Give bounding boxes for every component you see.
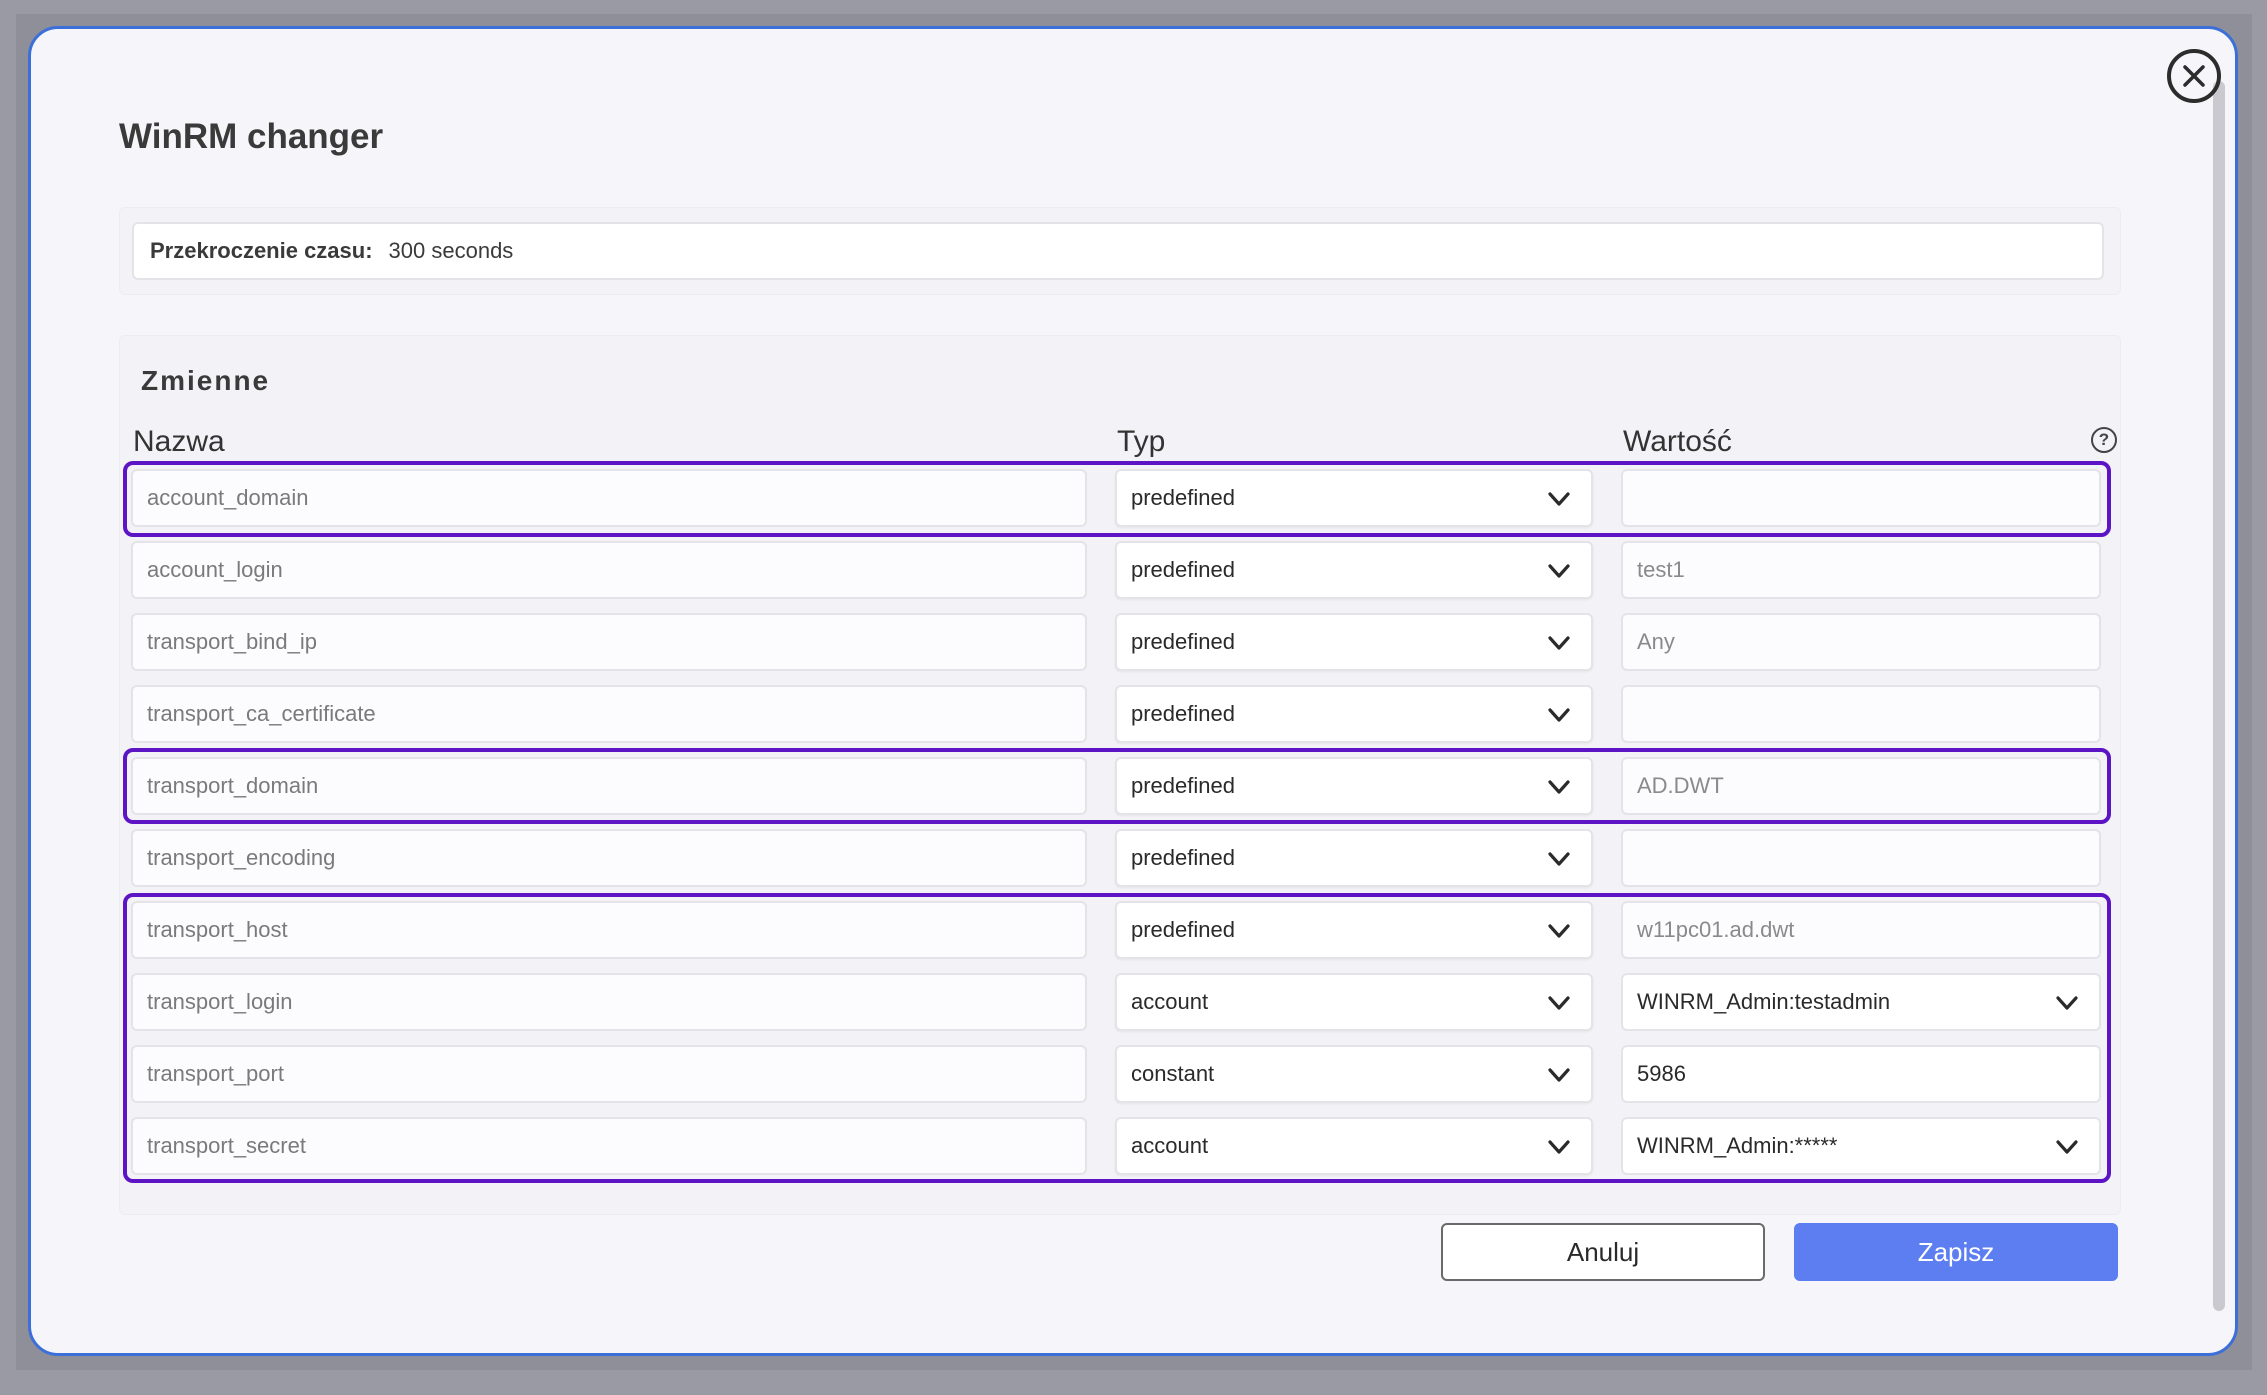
variable-value: WINRM_Admin:testadmin	[1637, 989, 1891, 1014]
column-header-name: Nazwa	[133, 425, 225, 458]
column-header-type: Typ	[1117, 425, 1166, 458]
variable-value-field[interactable]: AD.DWT	[1621, 757, 2101, 815]
variable-type-value: predefined	[1131, 629, 1235, 654]
chevron-down-icon	[1545, 845, 1573, 873]
variable-type-value: account	[1131, 1133, 1209, 1158]
table-row: transport_port constant 5986	[31, 1045, 2235, 1105]
variable-type-value: predefined	[1131, 485, 1235, 510]
chevron-down-icon	[1545, 917, 1573, 945]
table-row: transport_domain predefined AD.DWT	[31, 757, 2235, 817]
table-row: transport_host predefined w11pc01.ad.dwt	[31, 901, 2235, 961]
variable-value-field[interactable]: test1	[1621, 541, 2101, 599]
variable-type-select[interactable]: account	[1115, 973, 1593, 1031]
variable-value: w11pc01.ad.dwt	[1637, 917, 1795, 942]
chevron-down-icon	[2053, 1133, 2081, 1161]
table-row: transport_login account WINRM_Admin:testad…	[31, 973, 2235, 1033]
variable-value-field[interactable]: w11pc01.ad.dwt	[1621, 901, 2101, 959]
variable-type-value: predefined	[1131, 701, 1235, 726]
timeout-field: Przekroczenie czasu: 300 seconds	[132, 222, 2104, 280]
chevron-down-icon	[1545, 773, 1573, 801]
variable-name-field[interactable]: transport_secret	[131, 1117, 1087, 1175]
variable-value-field[interactable]: Any	[1621, 613, 2101, 671]
variable-name-field[interactable]: account_login	[131, 541, 1087, 599]
variable-name-field[interactable]: transport_encoding	[131, 829, 1087, 887]
winrm-changer-dialog: WinRM changer Przekroczenie czasu: 300 s…	[28, 26, 2238, 1356]
variable-value-field[interactable]	[1621, 469, 2101, 527]
table-row: account_login predefined test1	[31, 541, 2235, 601]
table-row: transport_ca_certificate predefined	[31, 685, 2235, 745]
cancel-button[interactable]: Anuluj	[1441, 1223, 1765, 1281]
variable-value-select[interactable]: WINRM_Admin:*****	[1621, 1117, 2101, 1175]
column-header-value: Wartość	[1623, 425, 1732, 458]
variable-type-value: predefined	[1131, 557, 1235, 582]
chevron-down-icon	[1545, 1133, 1573, 1161]
save-button[interactable]: Zapisz	[1794, 1223, 2118, 1281]
variable-name-field[interactable]: transport_login	[131, 973, 1087, 1031]
variable-name-field[interactable]: transport_domain	[131, 757, 1087, 815]
close-icon	[2183, 65, 2205, 87]
variable-type-value: predefined	[1131, 845, 1235, 870]
variable-name-field[interactable]: transport_port	[131, 1045, 1087, 1103]
variable-type-select[interactable]: predefined	[1115, 613, 1593, 671]
variable-type-value: predefined	[1131, 773, 1235, 798]
variable-name-field[interactable]: account_domain	[131, 469, 1087, 527]
variable-value: test1	[1637, 557, 1685, 582]
variable-value-field[interactable]: 5986	[1621, 1045, 2101, 1103]
variable-type-select[interactable]: predefined	[1115, 541, 1593, 599]
timeout-panel: Przekroczenie czasu: 300 seconds	[119, 207, 2121, 295]
variable-value: 5986	[1637, 1061, 1686, 1086]
variables-title: Zmienne	[141, 365, 271, 396]
variable-type-select[interactable]: account	[1115, 1117, 1593, 1175]
timeout-value: 300 seconds	[388, 238, 514, 263]
variable-type-select[interactable]: predefined	[1115, 829, 1593, 887]
variable-value-field[interactable]	[1621, 829, 2101, 887]
table-row: transport_encoding predefined	[31, 829, 2235, 889]
variable-value-select[interactable]: WINRM_Admin:testadmin	[1621, 973, 2101, 1031]
variable-type-select[interactable]: predefined	[1115, 685, 1593, 743]
help-icon[interactable]: ?	[2091, 427, 2117, 453]
variable-type-value: predefined	[1131, 917, 1235, 942]
variable-type-value: constant	[1131, 1061, 1215, 1086]
variable-type-select[interactable]: predefined	[1115, 901, 1593, 959]
chevron-down-icon	[1545, 629, 1573, 657]
table-row: transport_bind_ip predefined Any	[31, 613, 2235, 673]
chevron-down-icon	[1545, 557, 1573, 585]
variable-type-select[interactable]: predefined	[1115, 469, 1593, 527]
variable-value-field[interactable]	[1621, 685, 2101, 743]
chevron-down-icon	[1545, 701, 1573, 729]
dialog-title: WinRM changer	[119, 117, 384, 156]
close-button[interactable]	[2167, 49, 2221, 103]
variable-value: WINRM_Admin:*****	[1637, 1133, 1838, 1158]
variable-name-field[interactable]: transport_bind_ip	[131, 613, 1087, 671]
variable-type-select[interactable]: constant	[1115, 1045, 1593, 1103]
variable-type-select[interactable]: predefined	[1115, 757, 1593, 815]
timeout-label: Przekroczenie czasu:	[150, 238, 373, 263]
variable-name-field[interactable]: transport_host	[131, 901, 1087, 959]
variable-value: Any	[1637, 629, 1675, 654]
table-row: account_domain predefined	[31, 469, 2235, 529]
variable-value: AD.DWT	[1637, 773, 1724, 798]
chevron-down-icon	[1545, 989, 1573, 1017]
table-row: transport_secret account WINRM_Admin:*****	[31, 1117, 2235, 1177]
chevron-down-icon	[1545, 485, 1573, 513]
chevron-down-icon	[1545, 1061, 1573, 1089]
chevron-down-icon	[2053, 989, 2081, 1017]
variable-name-field[interactable]: transport_ca_certificate	[131, 685, 1087, 743]
variable-type-value: account	[1131, 989, 1209, 1014]
